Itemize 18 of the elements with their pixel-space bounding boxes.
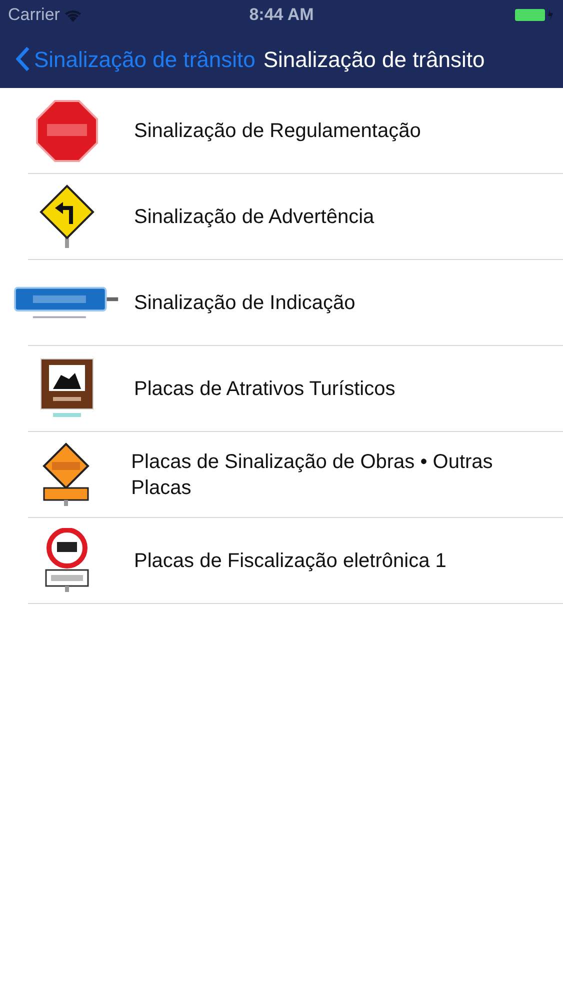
- item-label: Placas de Atrativos Turísticos: [134, 376, 396, 402]
- list-item[interactable]: Placas de Fiscalização eletrônica 1: [0, 518, 563, 603]
- item-label: Sinalização de Advertência: [134, 204, 376, 230]
- item-label: Placas de Sinalização de Obras • Outras Placas: [131, 450, 494, 500]
- screen-title: Sinalização de trânsito: [263, 46, 485, 74]
- item-label: Placas de Fiscalização eletrônica 1: [134, 548, 448, 574]
- item-label: Sinalização de Indicação: [134, 290, 356, 316]
- battery-icon: [515, 8, 555, 22]
- back-chevron-icon: [16, 46, 30, 72]
- carrier-label: Carrier: [8, 4, 60, 26]
- list-item[interactable]: Placas de Atrativos Turísticos: [0, 346, 563, 431]
- list-item[interactable]: Sinalização de Regulamentação: [0, 88, 563, 173]
- wifi-icon: [64, 8, 82, 22]
- list-item[interactable]: Sinalização de Indicação: [0, 260, 563, 345]
- item-label: Sinalização de Regulamentação: [134, 118, 422, 144]
- list-item[interactable]: Placas de Sinalização de Obras • Outras Placas: [0, 432, 563, 517]
- clock: 8:44 AM: [249, 4, 314, 26]
- list-item[interactable]: Sinalização de Advertência: [0, 174, 563, 259]
